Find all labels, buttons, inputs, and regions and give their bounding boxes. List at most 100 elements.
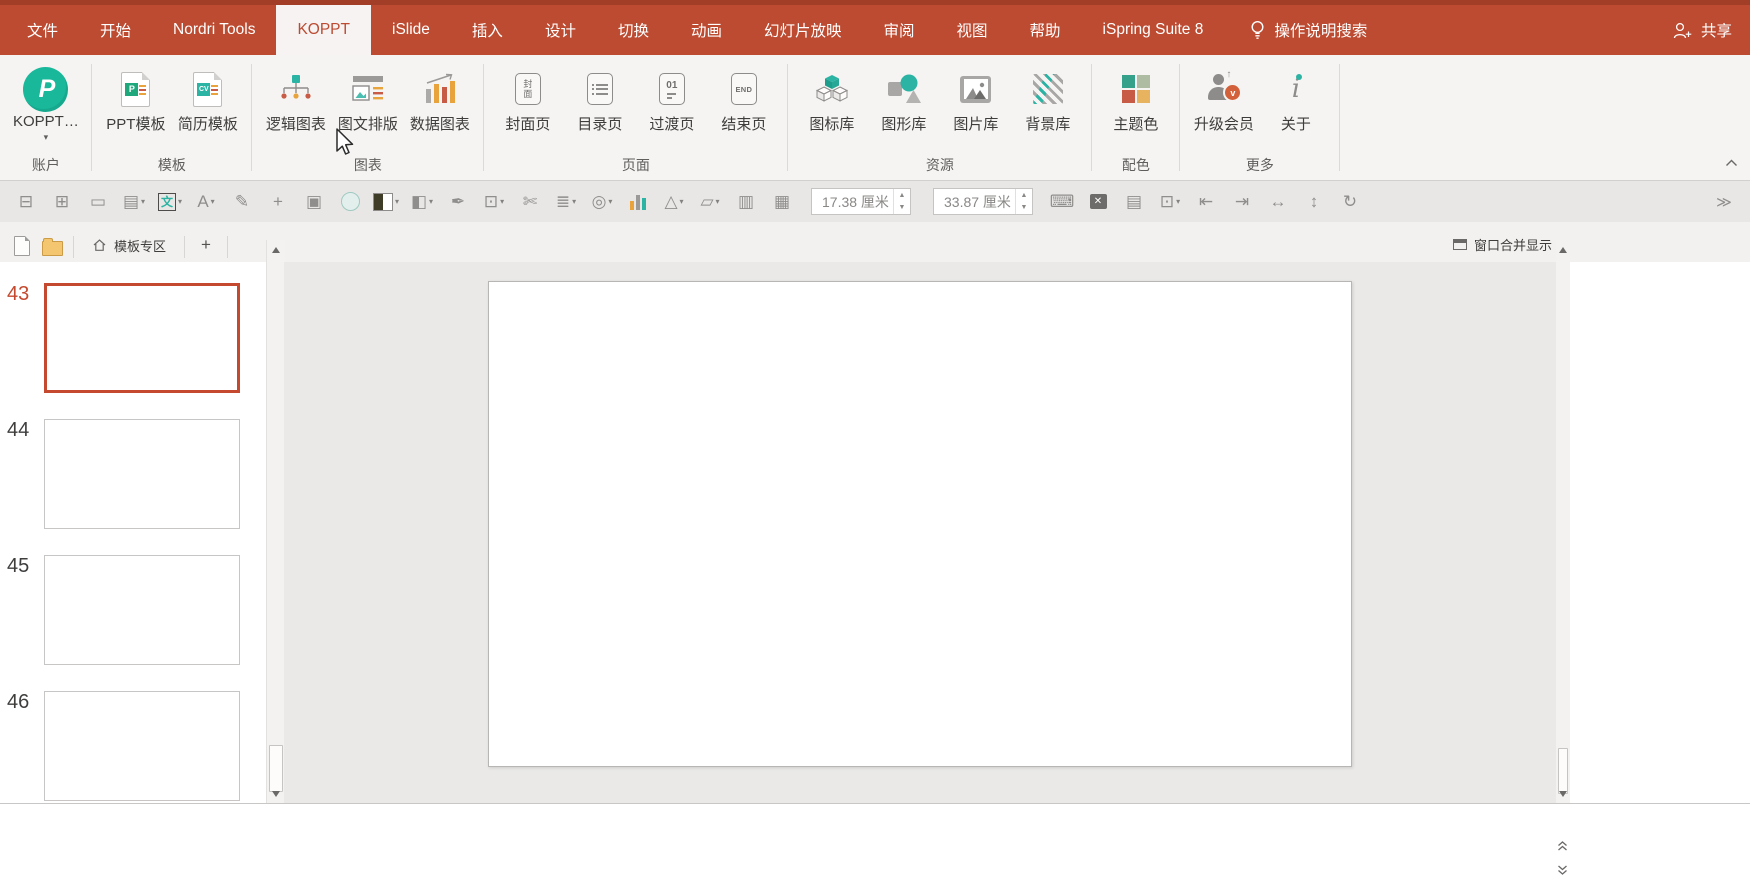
dropdown-caret-icon: ▾ [44, 133, 49, 141]
more-commands-icon[interactable]: ≫ [1710, 189, 1738, 215]
menu-tab-home[interactable]: 开始 [79, 5, 152, 55]
data-chart-icon [422, 66, 458, 112]
end-page-button[interactable]: END 结束页 [708, 59, 780, 134]
picture-library-button[interactable]: 图片库 [940, 59, 1012, 134]
menu-tab-review[interactable]: 审阅 [863, 5, 936, 55]
arrange-shapes-icon[interactable]: ⊞ [48, 189, 76, 215]
menu-tab-koppt[interactable]: KOPPT [276, 5, 371, 55]
menu-tab-animations[interactable]: 动画 [670, 5, 743, 55]
transition-page-button[interactable]: 01 过渡页 [636, 59, 708, 134]
paste-format-icon[interactable]: ▤ [1120, 189, 1148, 215]
selection-pane-icon[interactable]: ▭ [84, 189, 112, 215]
move-left-icon[interactable]: ⇤ [1192, 189, 1220, 215]
shape-height-field[interactable]: 33.87 厘米▲▼ [933, 188, 1033, 215]
skew-shape-icon[interactable]: ▱▾ [696, 189, 724, 215]
shape-outline-icon[interactable]: △▾ [660, 189, 688, 215]
brush-icon[interactable]: ✎ [228, 189, 256, 215]
edit-shape-icon[interactable]: ⊡▾ [480, 189, 508, 215]
eyedropper-icon[interactable]: ✒ [444, 189, 472, 215]
scrollbar-thumb[interactable] [269, 745, 283, 792]
scroll-up-button[interactable] [1556, 242, 1570, 258]
window-merge-toggle[interactable]: 窗口合并显示 [1453, 235, 1552, 254]
scroll-down-button[interactable] [267, 786, 285, 802]
group-label-colors: 配色 [1122, 152, 1150, 180]
menu-tab-file[interactable]: 文件 [6, 5, 79, 55]
collapse-ribbon-button[interactable] [1725, 154, 1738, 172]
slide-thumbnail[interactable] [44, 691, 240, 801]
fill-color-icon[interactable]: ◧▾ [408, 189, 436, 215]
group-label-charts: 图表 [354, 152, 382, 180]
menu-tab-ispring-suite-8[interactable]: iSpring Suite 8 [1082, 5, 1225, 55]
align-list-icon[interactable]: ≣▾ [552, 189, 580, 215]
open-folder-button[interactable] [36, 234, 69, 258]
about-button[interactable]: i 关于 [1260, 59, 1332, 134]
shape-width-field-decrease[interactable]: ▼ [894, 202, 910, 215]
theme-colors-button[interactable]: 主题色 [1100, 59, 1172, 134]
previous-slide-button[interactable] [1557, 838, 1568, 856]
ppt-template-button[interactable]: P PPT模板 [100, 59, 172, 134]
oval-tool-icon[interactable] [336, 189, 364, 215]
slide-editing-area[interactable] [488, 281, 1352, 767]
menu-tab-insert[interactable]: 插入 [451, 5, 524, 55]
next-slide-button[interactable] [1557, 862, 1568, 880]
menu-tab-help[interactable]: 帮助 [1009, 5, 1082, 55]
copy-shape-icon[interactable]: ▥ [732, 189, 760, 215]
font-box-icon[interactable]: 文▾ [156, 189, 184, 215]
new-tab-button[interactable]: + [189, 232, 223, 258]
shape-height-field-decrease[interactable]: ▼ [1016, 202, 1032, 215]
shape-width-field-increase[interactable]: ▲ [894, 189, 910, 202]
replace-picture-icon[interactable]: ↻ [1336, 189, 1364, 215]
hyperlink-icon[interactable]: ◎▾ [588, 189, 616, 215]
canvas-scrollbar[interactable] [1556, 240, 1570, 803]
move-right-icon[interactable]: ⇥ [1228, 189, 1256, 215]
template-zone-label: 模板专区 [114, 236, 166, 255]
share-button[interactable]: 共享 [1672, 5, 1732, 55]
new-file-button[interactable] [8, 234, 36, 258]
distribute-horizontal-icon[interactable]: ↔ [1264, 189, 1292, 215]
format-painter-icon[interactable]: ✄ [516, 189, 544, 215]
upgrade-vip-button[interactable]: ↑v 升级会员 [1188, 59, 1260, 134]
ribbon-group-colors: 主题色 配色 [1092, 55, 1180, 180]
scroll-down-button[interactable] [1556, 786, 1570, 802]
shape-width-field-value[interactable]: 17.38 厘米 [812, 189, 893, 214]
font-color-icon[interactable]: A▾ [192, 189, 220, 215]
slide-thumbnail-selected[interactable] [44, 283, 240, 393]
align-vertical-icon[interactable]: ↕ [1300, 189, 1328, 215]
tell-me-search[interactable]: 操作说明搜索 [1250, 5, 1367, 55]
shape-height-field-value[interactable]: 33.87 厘米 [934, 189, 1015, 214]
delete-placeholder-icon[interactable]: ✕ [1084, 189, 1112, 215]
menu-tab-transitions[interactable]: 切换 [597, 5, 670, 55]
menu-tab-nordri-tools[interactable]: Nordri Tools [152, 5, 276, 55]
shape-library-button[interactable]: 图形库 [868, 59, 940, 134]
menu-tab-slideshow[interactable]: 幻灯片放映 [743, 5, 863, 55]
menu-tab-islide[interactable]: iSlide [371, 5, 451, 55]
menu-tab-view[interactable]: 视图 [936, 5, 1009, 55]
icon-library-button[interactable]: 图标库 [796, 59, 868, 134]
koppt-account-button[interactable]: P KOPPT… ▾ [8, 59, 84, 141]
virtual-keyboard-icon[interactable]: ⌨ [1048, 189, 1076, 215]
data-chart-button[interactable]: 数据图表 [404, 59, 476, 134]
shape-width-field[interactable]: 17.38 厘米▲▼ [811, 188, 911, 215]
insert-chart-icon[interactable] [624, 189, 652, 215]
toc-page-button[interactable]: 目录页 [564, 59, 636, 134]
image-text-layout-button[interactable]: 图文排版 [332, 59, 404, 134]
shape-height-field-increase[interactable]: ▲ [1016, 189, 1032, 202]
duplicate-shape-icon[interactable]: ▦ [768, 189, 796, 215]
color-swatch-icon[interactable]: ▾ [372, 189, 400, 215]
text-style-icon[interactable]: ▤▾ [120, 189, 148, 215]
cv-template-button[interactable]: CV 简历模板 [172, 59, 244, 134]
export-slides-icon[interactable]: ⊟ [12, 189, 40, 215]
slide-thumbnail[interactable] [44, 555, 240, 665]
template-zone-tab[interactable]: 模板专区 [78, 232, 180, 258]
screenshot-icon[interactable]: ▣ [300, 189, 328, 215]
cover-page-button[interactable]: 封面 封面页 [492, 59, 564, 134]
align-point-icon[interactable]: + [264, 189, 292, 215]
thumbnail-scrollbar[interactable] [266, 240, 285, 803]
background-library-button[interactable]: 背景库 [1012, 59, 1084, 134]
scroll-up-button[interactable] [267, 242, 285, 258]
menu-tab-design[interactable]: 设计 [524, 5, 597, 55]
border-style-icon[interactable]: ⊡▾ [1156, 189, 1184, 215]
slide-thumbnail[interactable] [44, 419, 240, 529]
logic-diagram-button[interactable]: 逻辑图表 [260, 59, 332, 134]
share-person-icon [1672, 22, 1693, 39]
